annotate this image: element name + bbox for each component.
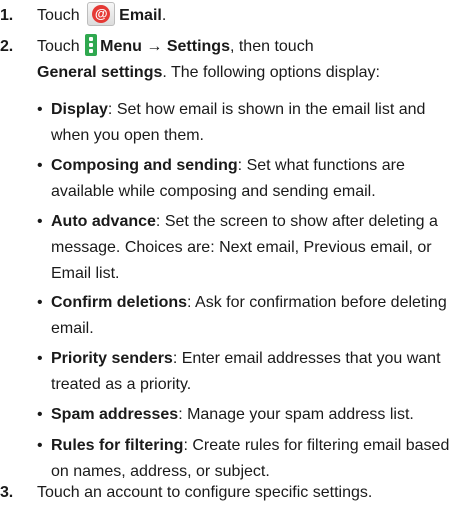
option-description: : Manage your spam address list. <box>178 406 414 423</box>
option-term: Auto advance <box>51 213 156 230</box>
list-item-priority-senders: • Priority senders: Enter email addresse… <box>37 346 464 398</box>
email-label: Email <box>119 7 162 24</box>
step-text-post: . The following options display: <box>162 64 380 81</box>
option-description: : Set how email is shown in the email li… <box>51 101 426 144</box>
step-text: Touch @ Email. <box>37 1 472 29</box>
menu-icon <box>85 33 98 56</box>
step-text-pre: Touch <box>37 38 80 55</box>
bullet-mark: • <box>37 406 43 423</box>
step-text: Touch Menu → Settings, then touch Genera… <box>37 33 472 86</box>
option-term: Composing and sending <box>51 157 238 174</box>
general-settings-label: General settings <box>37 64 163 81</box>
option-term: Priority senders <box>51 350 173 367</box>
step-text: Touch an account to configure specific s… <box>37 484 373 501</box>
menu-label: Menu <box>100 38 142 55</box>
list-item-display: • Display: Set how email is shown in the… <box>37 97 464 149</box>
step-text-post: . <box>161 7 167 24</box>
bullet-mark: • <box>37 350 43 367</box>
list-item-auto-advance: • Auto advance: Set the screen to show a… <box>37 209 464 287</box>
at-sign-glyph: @ <box>92 4 111 23</box>
option-term: Confirm deletions <box>51 294 188 311</box>
menu-dot <box>89 42 94 47</box>
bullet-mark: • <box>37 157 43 174</box>
list-item-composing: • Composing and sending: Set what functi… <box>37 153 464 205</box>
menu-dot <box>89 48 94 53</box>
step-number: 3. <box>0 484 13 501</box>
step-number: 2. <box>0 38 13 55</box>
list-item-confirm-deletions: • Confirm deletions: Ask for confirmatio… <box>37 290 464 342</box>
step-text-mid: , then touch <box>229 38 314 55</box>
arrow: → <box>146 38 163 55</box>
menu-dot <box>89 36 94 41</box>
bullet-mark: • <box>37 101 43 118</box>
step-number: 1. <box>0 7 13 24</box>
list-item-spam-addresses: • Spam addresses: Manage your spam addre… <box>37 402 464 428</box>
option-term: Rules for filtering <box>51 437 184 454</box>
list-item-rules-filtering: • Rules for filtering: Create rules for … <box>37 433 464 485</box>
bullet-mark: • <box>37 213 43 230</box>
bullet-mark: • <box>37 294 43 311</box>
option-term: Spam addresses <box>51 406 179 423</box>
step-text-pre: Touch <box>37 7 80 24</box>
settings-label: Settings <box>166 38 230 55</box>
option-term: Display <box>51 101 108 118</box>
instruction-page: 1. Touch @ Email. 2. Touch Menu → Setting… <box>0 0 472 508</box>
bullet-mark: • <box>37 437 43 454</box>
email-app-icon: @ <box>87 1 116 26</box>
